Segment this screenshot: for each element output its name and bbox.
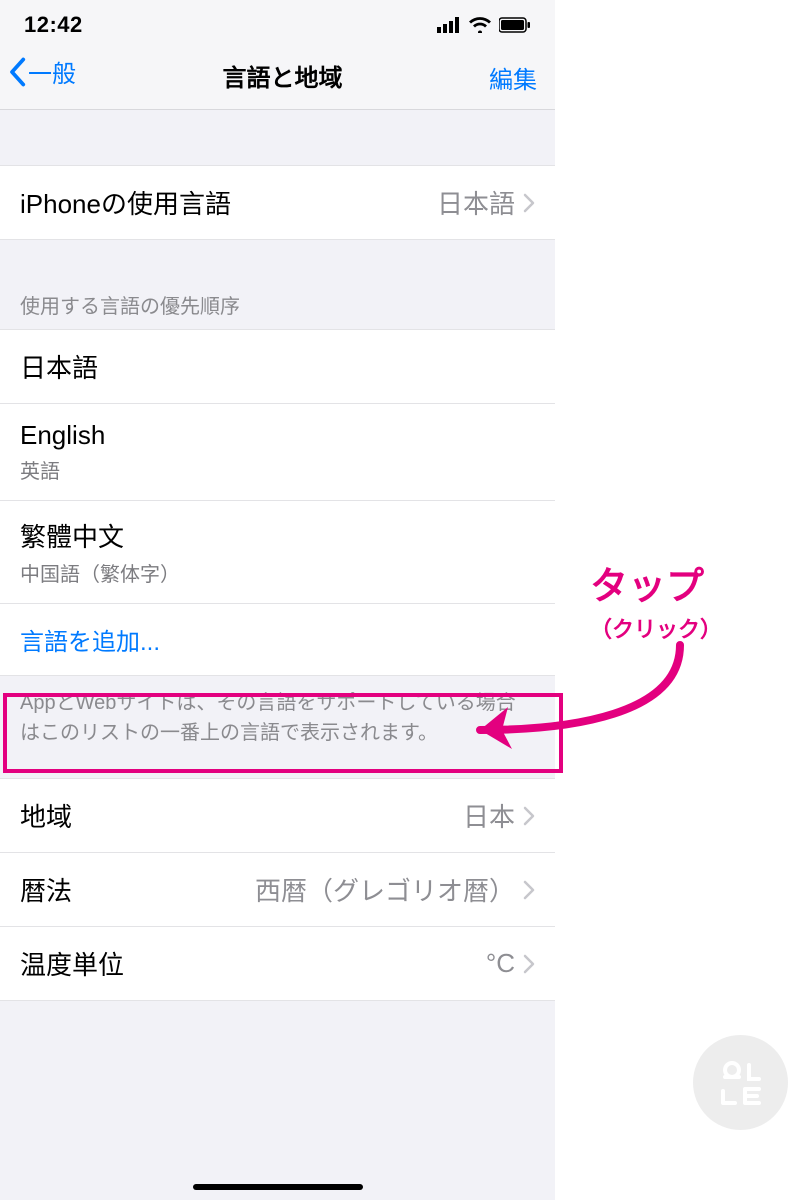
annotation-text: タップ （クリック） <box>590 555 722 644</box>
row-calendar[interactable]: 暦法 西暦（グレゴリオ暦） <box>0 853 555 927</box>
cellular-icon <box>437 17 461 33</box>
chevron-right-icon <box>523 954 535 974</box>
chevron-right-icon <box>523 806 535 826</box>
row-lang-0[interactable]: 日本語 <box>0 329 555 404</box>
edit-button[interactable]: 編集 <box>489 54 537 95</box>
row-label: 繁體中文 <box>20 517 124 554</box>
row-lang-1[interactable]: English 英語 <box>0 404 555 501</box>
status-bar: 12:42 <box>0 0 555 50</box>
chevron-right-icon <box>523 880 535 900</box>
row-value: 西暦（グレゴリオ暦） <box>255 871 535 908</box>
nav-bar: 一般 言語と地域 編集 <box>0 50 555 110</box>
status-icons <box>437 17 531 33</box>
chevron-left-icon <box>8 57 26 87</box>
row-value: °C <box>486 948 535 979</box>
row-lang-2[interactable]: 繁體中文 中国語（繁体字） <box>0 501 555 604</box>
wifi-icon <box>469 17 491 33</box>
section-header-preferred: 使用する言語の優先順序 <box>0 240 555 329</box>
row-label: 暦法 <box>20 871 72 908</box>
row-region[interactable]: 地域 日本 <box>0 778 555 853</box>
row-temperature[interactable]: 温度単位 °C <box>0 927 555 1001</box>
row-sublabel: 中国語（繁体字） <box>20 558 180 587</box>
back-label: 一般 <box>28 54 76 89</box>
row-iphone-language[interactable]: iPhoneの使用言語 日本語 <box>0 165 555 240</box>
back-button[interactable]: 一般 <box>8 54 76 89</box>
chevron-right-icon <box>523 193 535 213</box>
annotation-big: タップ <box>590 555 722 610</box>
row-value: 日本語 <box>437 184 535 221</box>
row-sublabel: 英語 <box>20 455 60 484</box>
status-time: 12:42 <box>24 12 83 38</box>
row-value: 日本 <box>463 797 535 834</box>
page-title: 言語と地域 <box>223 54 343 93</box>
row-label: 言語を追加... <box>20 622 160 657</box>
home-indicator[interactable] <box>193 1184 363 1190</box>
watermark-icon <box>693 1035 788 1130</box>
battery-icon <box>499 17 531 33</box>
row-label: English <box>20 420 105 451</box>
row-label: iPhoneの使用言語 <box>20 184 231 221</box>
row-label: 日本語 <box>20 348 98 385</box>
row-label: 温度単位 <box>20 945 124 982</box>
annotation-arrow <box>430 635 730 770</box>
row-label: 地域 <box>20 797 72 834</box>
